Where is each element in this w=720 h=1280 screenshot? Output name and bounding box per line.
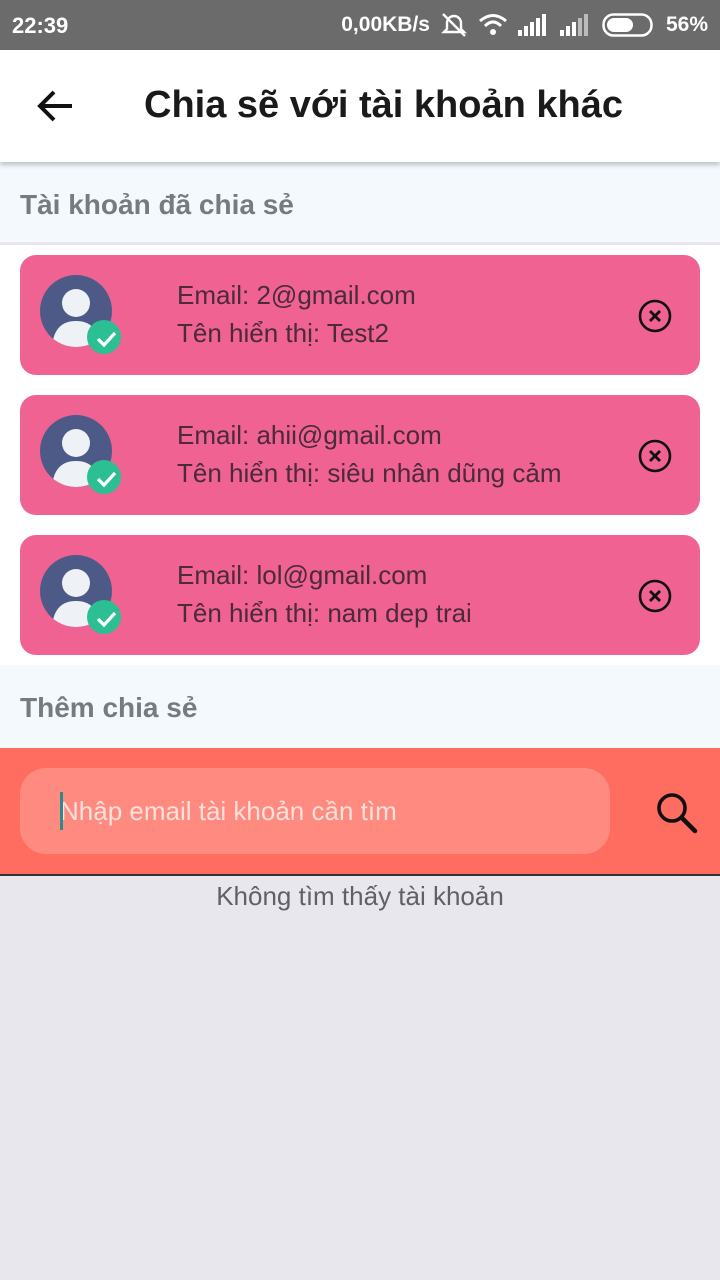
empty-result-message: Không tìm thấy tài khoản [216, 881, 504, 911]
remove-share-button[interactable] [637, 578, 673, 614]
verified-check-icon [87, 320, 121, 354]
wifi-icon [478, 13, 508, 37]
arrow-left-icon [37, 90, 72, 122]
app-bar: Chia sẽ với tài khoản khác [0, 50, 720, 162]
shared-section-header: Tài khoản đã chia sẻ [0, 162, 720, 242]
verified-check-icon [87, 460, 121, 494]
email-search-input[interactable] [20, 768, 610, 854]
verified-check-icon [87, 600, 121, 634]
shared-account-card: Email: 2@gmail.com Tên hiển thị: Test2 [20, 255, 700, 375]
account-email: Email: ahii@gmail.com [177, 420, 442, 450]
account-display-name: Tên hiển thị: nam dep trai [177, 598, 472, 628]
status-bar: 22:39 0,00KB/s 56% [0, 0, 720, 50]
back-button[interactable] [30, 86, 82, 126]
add-section-header: Thêm chia sẻ [0, 665, 720, 748]
account-email: Email: lol@gmail.com [177, 560, 428, 590]
signal-icon [517, 14, 550, 36]
account-display-name: Tên hiển thị: Test2 [177, 318, 389, 348]
search-icon [657, 793, 698, 834]
close-circle-icon [638, 439, 672, 473]
status-time: 22:39 [12, 13, 69, 38]
search-button[interactable] [652, 788, 700, 836]
battery-percent: 56% [665, 13, 708, 36]
remove-share-button[interactable] [637, 438, 673, 474]
close-circle-icon [638, 299, 672, 333]
shared-section-title: Tài khoản đã chia sẻ [20, 189, 294, 220]
text-cursor [60, 792, 63, 830]
account-display-name: Tên hiển thị: siêu nhân dũng cảm [177, 458, 562, 488]
shared-account-card: Email: lol@gmail.com Tên hiển thị: nam d… [20, 535, 700, 655]
battery-icon [602, 13, 656, 37]
page-title: Chia sẽ với tài khoản khác [144, 84, 623, 126]
shared-account-card: Email: ahii@gmail.com Tên hiển thị: siêu… [20, 395, 700, 515]
search-bar [0, 748, 720, 875]
remove-share-button[interactable] [637, 298, 673, 334]
close-circle-icon [638, 579, 672, 613]
account-email: Email: 2@gmail.com [177, 280, 416, 310]
add-section-title: Thêm chia sẻ [20, 692, 198, 723]
alarm-off-icon [440, 12, 468, 38]
network-speed: 0,00KB/s [341, 13, 430, 36]
signal-icon [559, 14, 592, 36]
status-icons: 0,00KB/s 56% [341, 12, 708, 38]
divider [0, 874, 720, 876]
shared-accounts-list: Email: 2@gmail.com Tên hiển thị: Test2 E… [0, 245, 720, 665]
